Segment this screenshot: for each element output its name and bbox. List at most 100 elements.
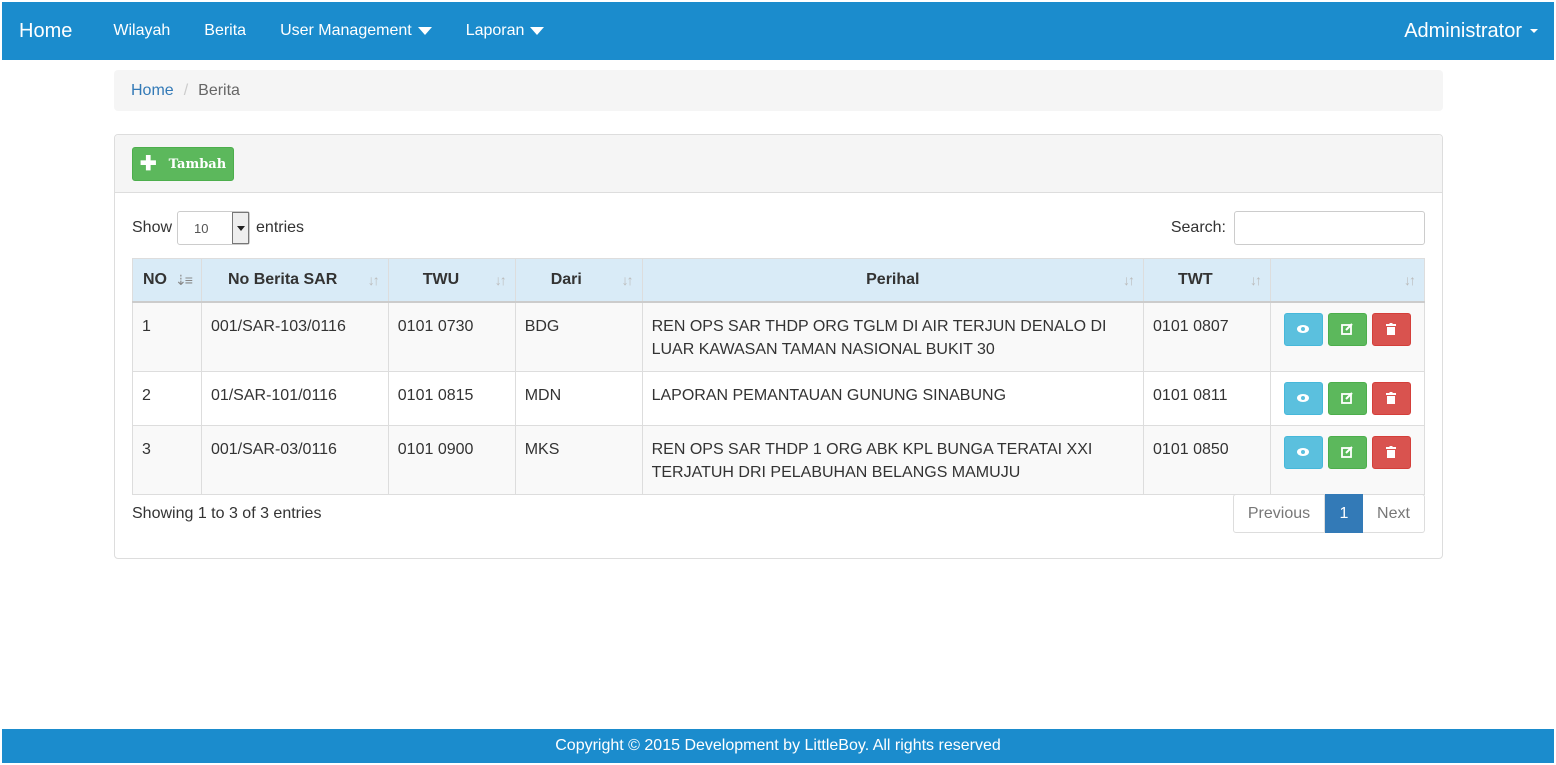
- eye-icon: [1297, 394, 1310, 402]
- add-button-label: Tambah: [168, 156, 227, 172]
- user-menu[interactable]: Administrator: [1404, 20, 1538, 43]
- cell-twt: 0101 0850: [1143, 424, 1271, 495]
- header-perihal-label: Perihal: [866, 270, 920, 288]
- entries-length-control: Show 10 entries: [132, 211, 304, 245]
- dropdown-arrow-icon: [232, 212, 250, 244]
- eye-icon: [1297, 448, 1310, 456]
- header-twt[interactable]: TWT ↓↑: [1143, 258, 1271, 303]
- cell-actions: [1269, 301, 1426, 372]
- header-no-berita-label: No Berita SAR: [227, 270, 338, 288]
- search-input[interactable]: [1234, 211, 1425, 245]
- cell-dari: BDG: [514, 301, 643, 372]
- sort-icon: ↓↑: [367, 272, 380, 288]
- page-1-button[interactable]: 1: [1325, 494, 1363, 533]
- trash-icon: [1386, 446, 1397, 458]
- add-button[interactable]: ✚ Tambah: [132, 147, 234, 181]
- edit-icon: [1341, 392, 1354, 404]
- header-actions[interactable]: ↓↑: [1269, 258, 1426, 303]
- sort-icon: ↓↑: [621, 272, 634, 288]
- header-dari[interactable]: Dari ↓↑: [514, 258, 643, 303]
- nav-berita-label: Berita: [204, 22, 247, 39]
- search-control: Search:: [1171, 211, 1425, 245]
- delete-button[interactable]: [1371, 312, 1411, 346]
- cell-no: 2: [132, 370, 202, 426]
- cell-perihal: LAPORAN PEMANTAUAN GUNUNG SINABUNG: [641, 370, 1145, 426]
- cell-no-berita: 001/SAR-103/0116: [200, 301, 389, 372]
- table-info: Showing 1 to 3 of 3 entries: [132, 505, 322, 522]
- cell-dari: MDN: [514, 370, 643, 426]
- top-navbar: Home Wilayah Berita User Management Lapo…: [2, 2, 1554, 60]
- footer-copyright: Copyright © 2015 Development by LittleBo…: [555, 737, 1001, 754]
- pagination: Previous 1 Next: [1233, 494, 1425, 533]
- edit-button[interactable]: [1327, 435, 1367, 469]
- edit-button[interactable]: [1327, 312, 1367, 346]
- cell-twu: 0101 0900: [387, 424, 516, 495]
- breadcrumb: Home / Berita: [114, 70, 1443, 111]
- trash-icon: [1386, 323, 1397, 335]
- nav-user-management[interactable]: User Management: [280, 22, 432, 40]
- cell-perihal: REN OPS SAR THDP 1 ORG ABK KPL BUNGA TER…: [641, 424, 1145, 495]
- header-no[interactable]: NO ⇣≡: [132, 258, 202, 303]
- sort-icon: ↓↑: [494, 272, 507, 288]
- header-twu[interactable]: TWU ↓↑: [387, 258, 516, 303]
- cell-actions: [1269, 370, 1426, 426]
- caret-down-icon: [1530, 29, 1538, 33]
- cell-twt: 0101 0811: [1143, 370, 1271, 426]
- cell-no: 1: [132, 301, 202, 372]
- berita-table: NO ⇣≡ No Berita SAR ↓↑ TWU ↓↑ Dari ↓↑ Periha…: [132, 258, 1426, 495]
- cell-actions: [1269, 424, 1426, 495]
- sort-icon: ↓↑: [1404, 272, 1416, 288]
- header-twt-label: TWT: [1178, 270, 1213, 288]
- nav-wilayah-label: Wilayah: [113, 22, 171, 39]
- sort-asc-icon: ⇣≡: [175, 272, 193, 288]
- nav-laporan-label: Laporan: [465, 22, 525, 39]
- header-twu-label: TWU: [422, 270, 460, 288]
- user-name: Administrator: [1404, 19, 1522, 42]
- eye-icon: [1297, 325, 1310, 333]
- delete-button[interactable]: [1371, 435, 1411, 469]
- entries-label: entries: [256, 219, 305, 236]
- breadcrumb-home[interactable]: Home: [131, 82, 174, 100]
- cell-twu: 0101 0815: [387, 370, 516, 426]
- table-row: 1 001/SAR-103/0116 0101 0730 BDG REN OPS…: [132, 301, 1426, 372]
- caret-down-icon: [530, 27, 545, 35]
- nav-berita[interactable]: Berita: [204, 22, 246, 40]
- nav-wilayah[interactable]: Wilayah: [113, 22, 170, 40]
- berita-panel: ✚ Tambah Show 10 entries Search: NO ⇣≡ No…: [114, 134, 1443, 559]
- view-button[interactable]: [1283, 381, 1323, 415]
- cell-twt: 0101 0807: [1143, 301, 1271, 372]
- breadcrumb-separator: /: [183, 81, 189, 99]
- nav-laporan[interactable]: Laporan: [466, 22, 545, 40]
- table-header-row: NO ⇣≡ No Berita SAR ↓↑ TWU ↓↑ Dari ↓↑ Periha…: [132, 258, 1426, 303]
- cell-twu: 0101 0730: [387, 301, 516, 372]
- panel-header: ✚ Tambah: [115, 135, 1442, 193]
- header-no-label: NO: [143, 270, 167, 288]
- trash-icon: [1386, 392, 1397, 404]
- show-label: Show: [132, 219, 173, 236]
- cell-perihal: REN OPS SAR THDP ORG TGLM DI AIR TERJUN …: [641, 301, 1145, 372]
- header-perihal[interactable]: Perihal ↓↑: [641, 258, 1145, 303]
- table-row: 3 001/SAR-03/0116 0101 0900 MKS REN OPS …: [132, 424, 1426, 495]
- breadcrumb-current: Berita: [198, 81, 240, 99]
- edit-icon: [1341, 446, 1354, 458]
- footer: Copyright © 2015 Development by LittleBo…: [2, 729, 1554, 763]
- view-button[interactable]: [1283, 435, 1323, 469]
- view-button[interactable]: [1283, 312, 1323, 346]
- nav-home[interactable]: Home: [19, 20, 72, 43]
- nav-user-management-label: User Management: [280, 22, 412, 39]
- edit-button[interactable]: [1327, 381, 1367, 415]
- next-page-button[interactable]: Next: [1363, 494, 1425, 533]
- table-row: 2 01/SAR-101/0116 0101 0815 MDN LAPORAN …: [132, 370, 1426, 426]
- edit-icon: [1341, 323, 1354, 335]
- caret-down-icon: [417, 27, 432, 35]
- sort-icon: ↓↑: [1249, 272, 1262, 288]
- previous-page-button[interactable]: Previous: [1233, 494, 1325, 533]
- header-no-berita[interactable]: No Berita SAR ↓↑: [200, 258, 389, 303]
- delete-button[interactable]: [1371, 381, 1411, 415]
- header-dari-label: Dari: [550, 270, 582, 288]
- entries-select[interactable]: 10: [177, 211, 251, 245]
- cell-no: 3: [132, 424, 202, 495]
- entries-select-value: 10: [194, 220, 209, 236]
- cell-no-berita: 001/SAR-03/0116: [200, 424, 389, 495]
- plus-icon: ✚: [139, 153, 157, 175]
